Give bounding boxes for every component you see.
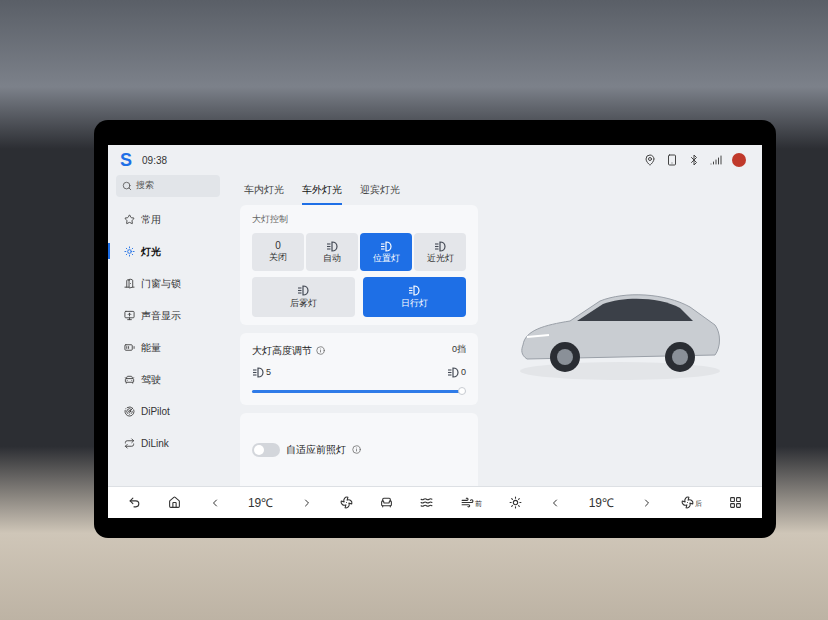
mode-button[interactable]: 0关闭	[252, 233, 304, 271]
right-temp: 19℃	[589, 494, 614, 512]
mode-button[interactable]: 位置灯	[360, 233, 412, 271]
defrost-icon[interactable]	[461, 496, 474, 509]
seat-icon[interactable]	[380, 496, 393, 509]
location-icon	[644, 154, 656, 166]
temp-up-icon[interactable]	[301, 497, 313, 509]
menu-icon	[124, 342, 135, 353]
bottom-bar: 19℃前19℃后	[108, 486, 762, 518]
selected-marker	[108, 243, 110, 259]
menu-icon	[124, 438, 135, 449]
height-card: 大灯高度调节0挡50	[240, 333, 478, 406]
car-picture	[515, 275, 725, 385]
lamp-icon	[326, 241, 339, 252]
search-icon	[122, 181, 132, 191]
height-slider[interactable]	[252, 387, 466, 395]
temp-down-icon[interactable]	[209, 497, 221, 509]
menu-icon	[124, 310, 135, 321]
sidebar-item[interactable]: DiLink	[116, 427, 220, 459]
sidebar-item[interactable]: 能量	[116, 331, 220, 363]
tab[interactable]: 车内灯光	[244, 175, 284, 205]
lamp-low-icon	[252, 367, 265, 378]
menu-icon	[124, 214, 135, 225]
sidebar-item[interactable]: 常用	[116, 203, 220, 235]
sidebar-item[interactable]: 门窗与锁	[116, 267, 220, 299]
sidebar-item[interactable]: 声音显示	[116, 299, 220, 331]
screen: S 09:38 搜索常用灯光门窗与锁声音显示能量驾驶DiPilotDiLink 车内灯…	[108, 145, 762, 518]
signal-icon	[710, 154, 722, 166]
tab[interactable]: 车外灯光	[302, 175, 342, 205]
light-toggle-button[interactable]: 后雾灯	[252, 277, 355, 317]
temp-up-icon[interactable]	[641, 497, 653, 509]
lamp-icon	[297, 285, 310, 296]
info-icon[interactable]	[316, 346, 325, 355]
rear-ac-icon[interactable]	[681, 496, 694, 509]
screen-bezel: S 09:38 搜索常用灯光门窗与锁声音显示能量驾驶DiPilotDiLink 车内灯…	[94, 120, 776, 538]
mode-button[interactable]: 自动	[306, 233, 358, 271]
adaptive-switch[interactable]	[252, 443, 280, 457]
apps-icon[interactable]	[729, 496, 742, 509]
menu-icon	[124, 374, 135, 385]
lamp-icon	[434, 241, 447, 252]
home-icon[interactable]	[168, 496, 181, 509]
info-icon[interactable]	[352, 445, 361, 454]
lamp-icon	[380, 241, 393, 252]
avatar-icon[interactable]	[732, 153, 746, 167]
menu-icon	[124, 246, 135, 257]
logo: S	[120, 151, 132, 169]
lamp-icon	[408, 285, 421, 296]
clock: 09:38	[142, 153, 167, 168]
seat-heat-icon[interactable]	[420, 496, 433, 509]
search-field[interactable]: 搜索	[116, 175, 220, 197]
mode-button[interactable]: 近光灯	[414, 233, 466, 271]
main: 车内灯光车外灯光迎宾灯光大灯控制0关闭自动位置灯近光灯后雾灯日行灯大灯高度调节0…	[226, 175, 762, 486]
tab[interactable]: 迎宾灯光	[360, 175, 400, 205]
menu-icon	[124, 278, 135, 289]
back-icon[interactable]	[128, 496, 141, 509]
card-icon	[666, 154, 678, 166]
temp-down-icon[interactable]	[549, 497, 561, 509]
tab-bar: 车内灯光车外灯光迎宾灯光	[240, 175, 762, 205]
sidebar-item[interactable]: DiPilot	[116, 395, 220, 427]
left-temp: 19℃	[248, 494, 273, 512]
photo: S 09:38 搜索常用灯光门窗与锁声音显示能量驾驶DiPilotDiLink 车内灯…	[0, 0, 828, 620]
sidebar: 搜索常用灯光门窗与锁声音显示能量驾驶DiPilotDiLink	[108, 175, 226, 486]
fan-icon[interactable]	[340, 496, 353, 509]
sidebar-item[interactable]: 驾驶	[116, 363, 220, 395]
slider-thumb[interactable]	[458, 387, 466, 395]
light-toggle-button[interactable]: 日行灯	[363, 277, 466, 317]
status-bar: S 09:38	[108, 145, 762, 175]
adaptive-card: 自适应前照灯	[240, 413, 478, 486]
bluetooth-icon	[688, 154, 700, 166]
headlight-card: 大灯控制0关闭自动位置灯近光灯后雾灯日行灯	[240, 205, 478, 325]
menu-icon	[124, 406, 135, 417]
brightness-icon[interactable]	[509, 496, 522, 509]
lamp-high-icon	[447, 367, 460, 378]
sidebar-item[interactable]: 灯光	[116, 235, 220, 267]
